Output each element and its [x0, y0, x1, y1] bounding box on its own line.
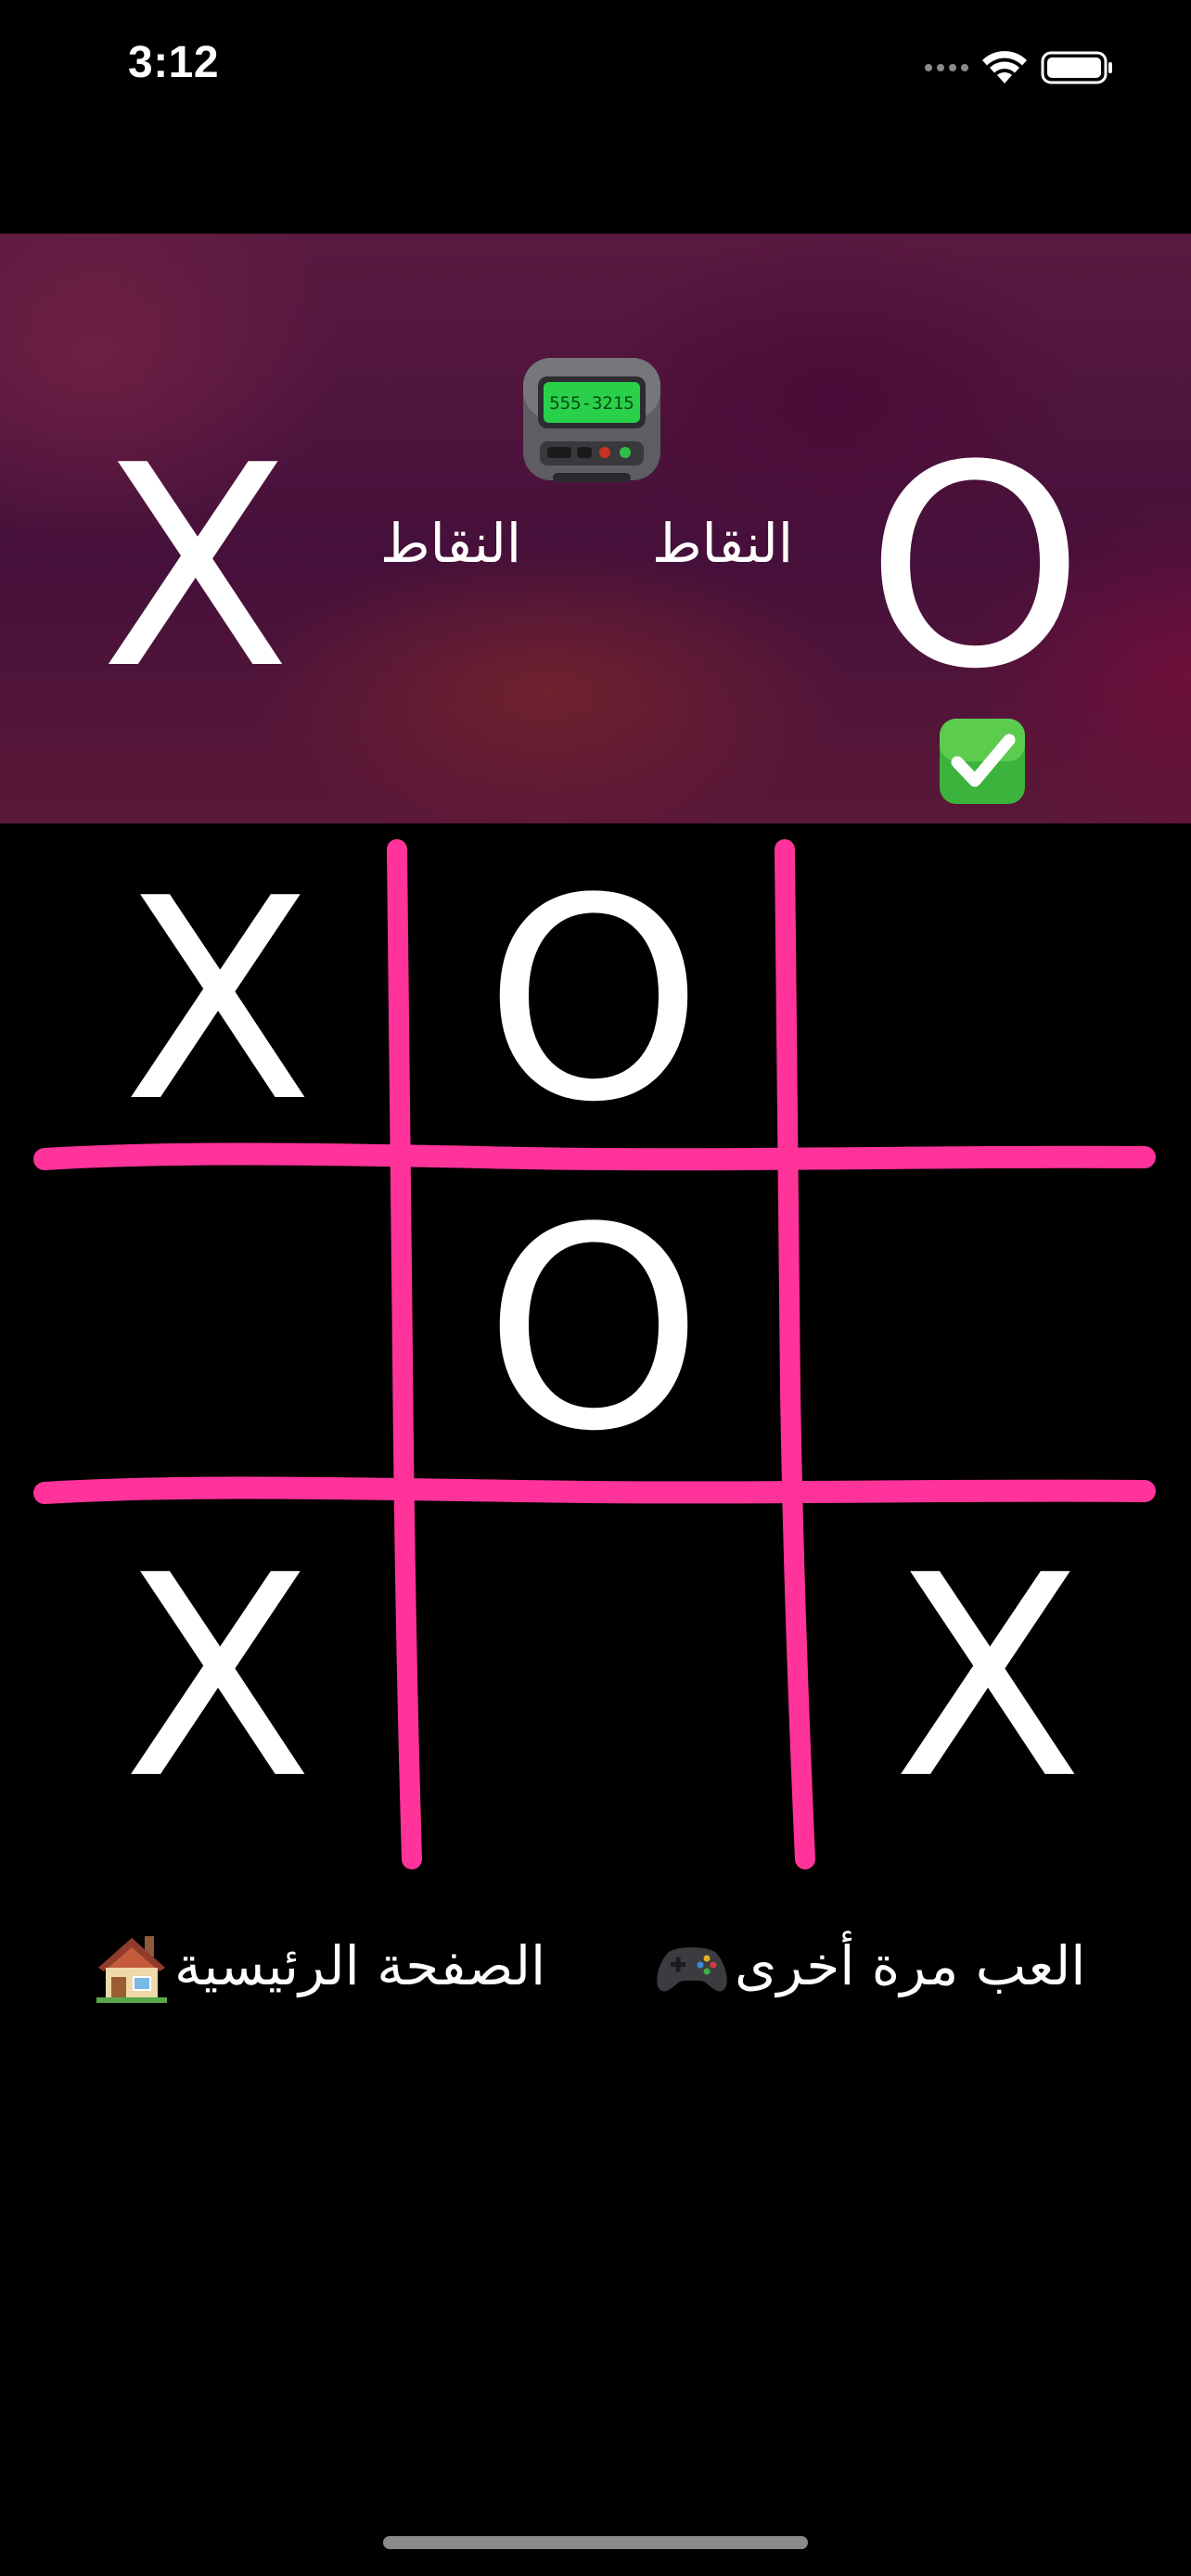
board-cell-8[interactable]: [417, 1511, 788, 1845]
board-cell-4[interactable]: [37, 1178, 399, 1484]
home-indicator[interactable]: [383, 2536, 808, 2549]
pager-display-text: 555-3215: [549, 393, 634, 414]
status-time: 3:12: [128, 38, 220, 87]
player-o-score-label: النقاط: [652, 512, 793, 575]
bottom-actions: الصفحة الرئيسية العب مرة أخرى: [0, 1919, 1191, 2012]
board-cell-3[interactable]: [798, 844, 1159, 1159]
player-x-symbol: X: [100, 406, 291, 730]
board-cell-7[interactable]: X: [37, 1511, 399, 1845]
status-icons: [925, 45, 1115, 91]
player-o-symbol: O: [865, 406, 1085, 730]
battery-icon: [1041, 51, 1112, 84]
play-again-button[interactable]: العب مرة أخرى: [653, 1919, 1085, 2012]
check-icon: [940, 719, 1025, 804]
board-cell-6[interactable]: [798, 1178, 1159, 1484]
status-bar: 3:12: [0, 0, 1191, 139]
house-icon: [96, 1936, 167, 2003]
board-cell-5[interactable]: O: [408, 1178, 779, 1484]
home-button[interactable]: الصفحة الرئيسية: [93, 1919, 545, 2012]
pager-icon: 555-3215: [523, 358, 660, 482]
cellular-icon: [925, 64, 968, 71]
wifi-icon: [982, 51, 1027, 83]
board-cell-9[interactable]: X: [807, 1511, 1169, 1845]
player-x-score-label: النقاط: [380, 512, 521, 575]
score-panel: X النقاط 555-3215 النقاط O: [0, 234, 1191, 823]
board-cell-1[interactable]: X: [37, 844, 399, 1159]
game-board: X O O X X: [0, 825, 1191, 1882]
home-button-label: الصفحة الرئيسية: [174, 1934, 546, 1997]
board-cell-2[interactable]: O: [408, 844, 779, 1159]
game-controller-icon: [657, 1947, 727, 1992]
play-again-button-label: العب مرة أخرى: [735, 1934, 1086, 1997]
